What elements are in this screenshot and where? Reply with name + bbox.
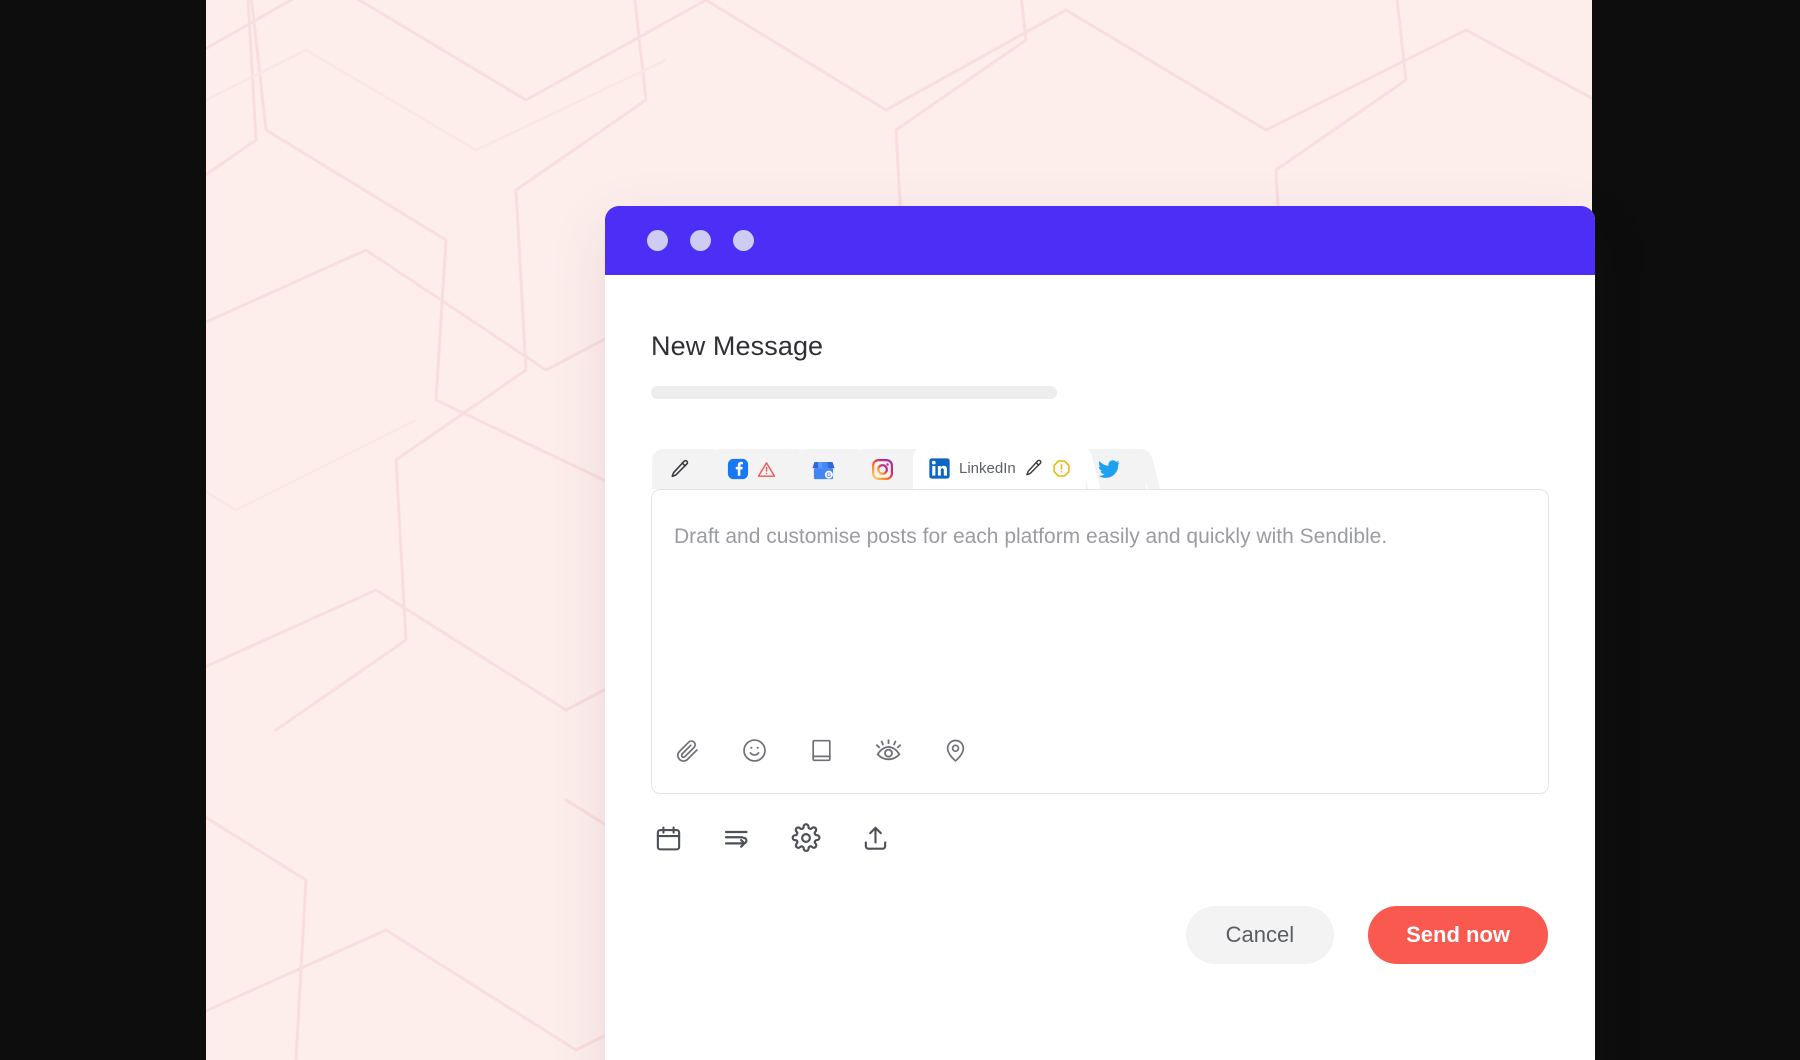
alert-octagon-icon[interactable] [1052,459,1071,478]
library-icon[interactable] [806,735,836,765]
tab-facebook[interactable] [710,449,801,489]
window-body: New Message G LinkedIn Draft and customi… [605,275,1595,964]
location-pin-icon[interactable] [940,735,970,765]
page-title: New Message [651,331,824,361]
facebook-icon [727,458,749,480]
svg-text:G: G [827,472,832,478]
compose-placeholder-text: Draft and customise posts for each platf… [674,525,1388,548]
window-dot-close[interactable] [647,230,668,251]
composer-window: New Message G LinkedIn Draft and customi… [605,206,1595,1060]
pencil-icon [669,458,691,480]
google-business-icon: G [812,458,835,481]
twitter-icon [1097,457,1121,481]
queue-icon[interactable] [721,822,753,854]
cancel-button[interactable]: Cancel [1185,906,1335,964]
window-titlebar [605,206,1595,275]
tab-linkedin[interactable]: LinkedIn [913,447,1086,489]
tab-compose[interactable] [652,449,716,489]
tab-instagram[interactable] [854,449,919,489]
compose-inner-toolbar [672,735,970,765]
window-dot-maximize[interactable] [733,230,754,251]
composer-action-toolbar [651,822,1549,854]
window-dot-minimize[interactable] [690,230,711,251]
send-now-button[interactable]: Send now [1368,906,1548,964]
attachment-icon[interactable] [672,735,702,765]
pencil-icon[interactable] [1024,458,1044,478]
composer-footer: Cancel Send now [651,906,1549,964]
skeleton-placeholder-bar [651,386,1057,399]
instagram-icon [871,458,894,481]
tab-google-business[interactable]: G [795,449,860,489]
screenshot-stage: New Message G LinkedIn Draft and customi… [0,0,1800,1060]
linkedin-icon [928,457,951,480]
tab-linkedin-label: LinkedIn [959,459,1016,477]
preview-eye-icon[interactable] [873,735,903,765]
warning-triangle-icon [757,460,776,479]
settings-gear-icon[interactable] [790,822,822,854]
emoji-icon[interactable] [739,735,769,765]
upload-icon[interactable] [859,822,891,854]
platform-tabstrip: G LinkedIn [651,447,1549,489]
calendar-icon[interactable] [652,822,684,854]
compose-textarea[interactable]: Draft and customise posts for each platf… [651,489,1549,794]
